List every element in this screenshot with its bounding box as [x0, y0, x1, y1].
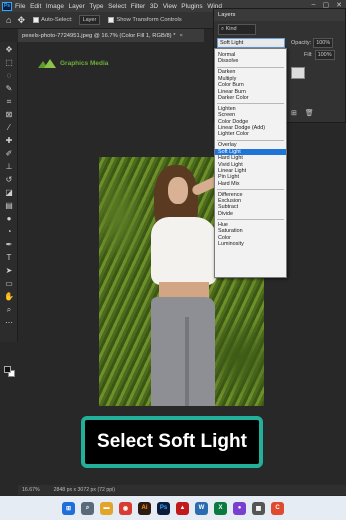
menu-filter[interactable]: Filter [131, 3, 145, 10]
type-tool-icon[interactable]: T [3, 253, 15, 263]
menu-separator [217, 218, 284, 220]
blend-mode-option-luminosity[interactable]: Luminosity [215, 241, 286, 247]
auto-select-dropdown[interactable]: Layer [78, 15, 101, 25]
crop-icon[interactable]: ⌗ [3, 97, 15, 107]
opacity-field[interactable]: 100% [313, 38, 334, 48]
app2-icon[interactable]: ▦ [252, 501, 265, 515]
mountain-logo-icon [38, 59, 56, 68]
auto-select-label: Auto-Select: [40, 17, 73, 23]
file-explorer-icon[interactable]: ▬ [100, 501, 113, 515]
eyedropper-icon[interactable]: ⁄ [3, 123, 15, 133]
photo-jeans-seam [185, 317, 189, 406]
move-tool-icon[interactable]: ✥ [17, 15, 25, 26]
marquee-icon[interactable]: ⬚ [3, 58, 15, 68]
illustrator-icon[interactable]: Ai [138, 501, 151, 515]
blend-row: Soft Light Opacity: 100% [214, 38, 346, 48]
blend-mode-option-darker-color[interactable]: Darker Color [215, 95, 286, 101]
tools-panel: ✥ ⬚ ◌ ✎ ⌗ ⊠ ⁄ ✚ ✐ ⊥ ↺ ◪ ▤ ● ◔ ✒ T ➤ ▭ ✋ … [0, 42, 18, 377]
zoom-level[interactable]: 16.67% [22, 487, 40, 493]
excel-icon[interactable]: X [214, 501, 227, 515]
menu-type[interactable]: Type [89, 3, 103, 10]
tab-close-icon[interactable]: × [179, 33, 182, 39]
document-tab[interactable]: pexels-photo-7724951.jpeg @ 16.7% (Color… [18, 29, 204, 42]
app-icon[interactable]: ● [233, 501, 246, 515]
history-brush-icon[interactable]: ↺ [3, 175, 15, 185]
menu-separator [217, 139, 284, 141]
gradient-icon[interactable]: ▤ [3, 201, 15, 211]
document-size: 2848 px x 3072 px (72 ppi) [53, 487, 116, 493]
path-select-icon[interactable]: ➤ [3, 266, 15, 276]
photo-jeans [151, 297, 215, 406]
new-layer-icon[interactable]: ⊞ [291, 109, 297, 117]
layers-panel-title[interactable]: Layers [214, 9, 345, 21]
home-icon[interactable]: ⌂ [6, 15, 11, 25]
watermark-text: Graphics Media [60, 60, 109, 67]
healing-icon[interactable]: ✚ [3, 136, 15, 146]
pdf-reader-icon[interactable]: ▲ [176, 501, 189, 515]
brush-icon[interactable]: ✐ [3, 149, 15, 159]
caption-text: Select Soft Light [97, 431, 247, 452]
pen-icon[interactable]: ✒ [3, 240, 15, 250]
menu-edit[interactable]: Edit [30, 3, 41, 10]
photo-face [168, 177, 188, 204]
menu-3d[interactable]: 3D [150, 3, 158, 10]
trash-icon[interactable]: 🗑 [305, 109, 314, 117]
show-transform-label: Show Transform Controls [116, 17, 182, 23]
menu-image[interactable]: Image [46, 3, 64, 10]
blur-icon[interactable]: ● [3, 214, 15, 224]
layer-thumbnail[interactable] [291, 67, 305, 79]
blend-mode-dropdown[interactable]: Soft Light [217, 38, 285, 48]
start-icon[interactable]: ⊞ [62, 501, 75, 515]
show-transform-checkbox[interactable] [108, 17, 115, 23]
layer-filter-row: ⌕ Kind [214, 23, 346, 35]
menu-separator [217, 103, 284, 105]
instruction-caption: Select Soft Light [81, 416, 263, 468]
photo-shirt [151, 217, 217, 285]
move-icon[interactable]: ✥ [3, 45, 15, 55]
search-icon[interactable]: ⌕ [81, 501, 94, 515]
photoshop-taskbar-icon[interactable]: Ps [157, 501, 170, 515]
layer-actions: ⊞ 🗑 [291, 109, 314, 117]
blend-mode-option-hard-mix[interactable]: Hard Mix [215, 181, 286, 187]
blend-mode-menu: Normal Dissolve Darken Multiply Color Burn Li… [214, 48, 287, 278]
menu-view[interactable]: View [163, 3, 177, 10]
hand-icon[interactable]: ✋ [3, 292, 15, 302]
watermark: Graphics Media [38, 59, 108, 68]
status-bar: 16.67% 2848 px x 3072 px (72 ppi) [18, 485, 346, 495]
app3-icon[interactable]: C [271, 501, 284, 515]
menu-file[interactable]: File [15, 3, 25, 10]
eraser-icon[interactable]: ◪ [3, 188, 15, 198]
menu-plugins[interactable]: Plugins [181, 3, 202, 10]
auto-select-checkbox[interactable] [32, 17, 39, 23]
dodge-icon[interactable]: ◔ [3, 227, 15, 237]
photoshop-window: Ps File Edit Image Layer Type Select Fil… [0, 0, 346, 520]
menu-separator [217, 66, 284, 68]
blend-mode-option-divide[interactable]: Divide [215, 211, 286, 217]
shape-icon[interactable]: ▭ [3, 279, 15, 289]
quick-select-icon[interactable]: ✎ [3, 84, 15, 94]
frame-icon[interactable]: ⊠ [3, 110, 15, 120]
blend-mode-option-lighter-color[interactable]: Lighter Color [215, 131, 286, 137]
more-tools-icon[interactable]: ⋯ [3, 318, 15, 328]
zoom-icon[interactable]: ⌕ [3, 305, 15, 315]
menu-separator [217, 188, 284, 190]
chrome-icon[interactable]: ◉ [119, 501, 132, 515]
menu-select[interactable]: Select [108, 3, 126, 10]
blend-mode-option-dissolve[interactable]: Dissolve [215, 58, 286, 64]
kind-filter-dropdown[interactable]: ⌕ Kind [218, 23, 256, 35]
document-tab-title: pexels-photo-7724951.jpeg @ 16.7% (Color… [22, 32, 176, 39]
fill-label: Fill: [304, 52, 313, 58]
foreground-color-swatch[interactable] [4, 366, 11, 373]
windows-taskbar: ⊞ ⌕ ▬ ◉ Ai Ps ▲ W X ● ▦ C [0, 496, 346, 520]
fill-field[interactable]: 100% [314, 50, 335, 60]
word-icon[interactable]: W [195, 501, 208, 515]
photoshop-logo-icon[interactable]: Ps [2, 1, 12, 11]
menu-layer[interactable]: Layer [69, 3, 85, 10]
lasso-icon[interactable]: ◌ [3, 71, 15, 81]
opacity-label: Opacity: [291, 40, 312, 46]
stamp-icon[interactable]: ⊥ [3, 162, 15, 172]
